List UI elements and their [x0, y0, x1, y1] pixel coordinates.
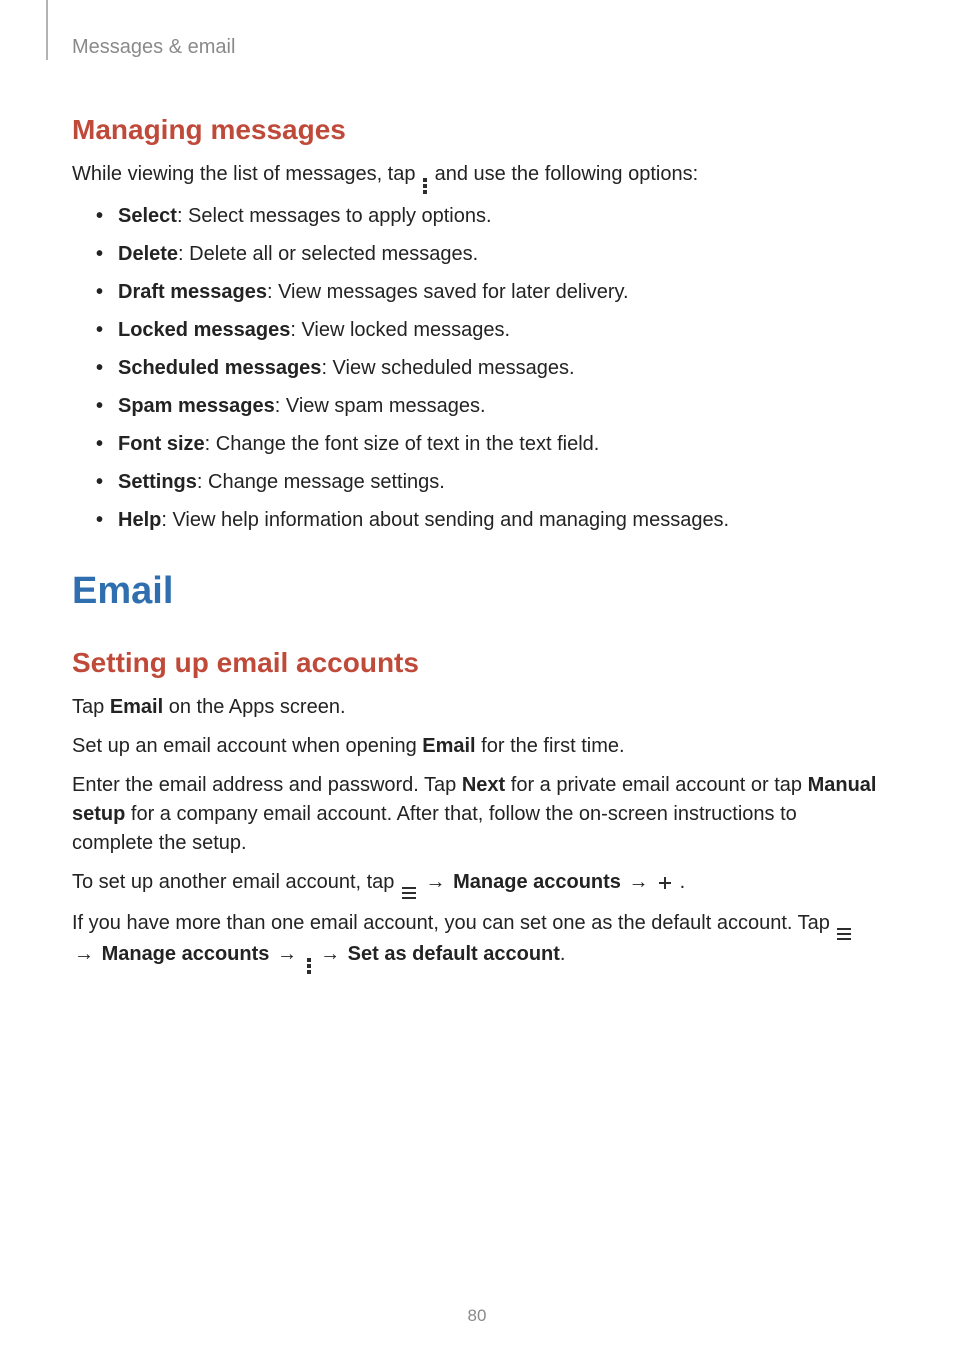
text: . — [560, 943, 566, 965]
arrow-icon: → — [426, 868, 446, 897]
text: Tap — [72, 696, 110, 718]
menu-icon — [837, 928, 851, 940]
arrow-icon: → — [629, 868, 649, 897]
list-item: Select: Select messages to apply options… — [96, 200, 882, 232]
breadcrumb: Messages & email — [72, 36, 882, 59]
option-term: Draft messages — [118, 281, 267, 303]
text: Set up an email account when opening — [72, 735, 422, 757]
list-item: Spam messages: View spam messages. — [96, 390, 882, 422]
bold-text: Email — [422, 735, 475, 757]
text: To set up another email account, tap — [72, 871, 400, 893]
email-p5: If you have more than one email account,… — [72, 909, 882, 974]
option-term: Spam messages — [118, 395, 275, 417]
bold-text: Manage accounts — [102, 943, 270, 965]
arrow-icon: → — [320, 940, 340, 969]
option-desc: : View spam messages. — [275, 395, 486, 417]
list-item: Delete: Delete all or selected messages. — [96, 238, 882, 270]
header-divider — [46, 0, 48, 60]
list-item: Draft messages: View messages saved for … — [96, 276, 882, 308]
list-item: Locked messages: View locked messages. — [96, 314, 882, 346]
section-subheading-setting-up-email: Setting up email accounts — [72, 647, 882, 679]
section-heading-email: Email — [72, 570, 882, 613]
list-item: Font size: Change the font size of text … — [96, 428, 882, 460]
bold-text: Set as default account — [348, 943, 560, 965]
menu-icon — [402, 887, 416, 899]
option-term: Select — [118, 205, 177, 227]
option-term: Locked messages — [118, 319, 290, 341]
intro-paragraph: While viewing the list of messages, tap … — [72, 160, 882, 194]
option-term: Font size — [118, 433, 205, 455]
more-options-icon — [423, 178, 427, 194]
option-desc: : Select messages to apply options. — [177, 205, 492, 227]
option-term: Scheduled messages — [118, 357, 321, 379]
arrow-icon: → — [277, 940, 297, 969]
email-p1: Tap Email on the Apps screen. — [72, 693, 882, 722]
more-options-icon — [307, 958, 311, 974]
option-desc: : Change message settings. — [197, 471, 445, 493]
option-desc: : Change the font size of text in the te… — [205, 433, 600, 455]
arrow-icon: → — [74, 940, 94, 969]
email-p4: To set up another email account, tap → M… — [72, 868, 882, 899]
plus-icon — [658, 876, 672, 890]
list-item: Scheduled messages: View scheduled messa… — [96, 352, 882, 384]
text: . — [680, 871, 686, 893]
option-desc: : View help information about sending an… — [161, 509, 729, 531]
option-desc: : View scheduled messages. — [321, 357, 574, 379]
text: on the Apps screen. — [163, 696, 345, 718]
option-desc: : View locked messages. — [290, 319, 510, 341]
option-term: Delete — [118, 243, 178, 265]
options-list: Select: Select messages to apply options… — [96, 200, 882, 536]
list-item: Settings: Change message settings. — [96, 466, 882, 498]
page-number: 80 — [0, 1306, 954, 1326]
text: for a company email account. After that,… — [72, 803, 797, 854]
option-desc: : View messages saved for later delivery… — [267, 281, 629, 303]
option-term: Settings — [118, 471, 197, 493]
list-item: Help: View help information about sendin… — [96, 504, 882, 536]
text: If you have more than one email account,… — [72, 912, 835, 934]
text: for the first time. — [476, 735, 625, 757]
intro-text-post: and use the following options: — [435, 163, 699, 185]
bold-text: Manage accounts — [453, 871, 621, 893]
intro-text-pre: While viewing the list of messages, tap — [72, 163, 421, 185]
option-desc: : Delete all or selected messages. — [178, 243, 478, 265]
email-p3: Enter the email address and password. Ta… — [72, 771, 882, 858]
text: Enter the email address and password. Ta… — [72, 774, 462, 796]
bold-text: Next — [462, 774, 505, 796]
section-heading-managing-messages: Managing messages — [72, 114, 882, 146]
text: for a private email account or tap — [505, 774, 807, 796]
bold-text: Email — [110, 696, 163, 718]
option-term: Help — [118, 509, 161, 531]
email-p2: Set up an email account when opening Ema… — [72, 732, 882, 761]
